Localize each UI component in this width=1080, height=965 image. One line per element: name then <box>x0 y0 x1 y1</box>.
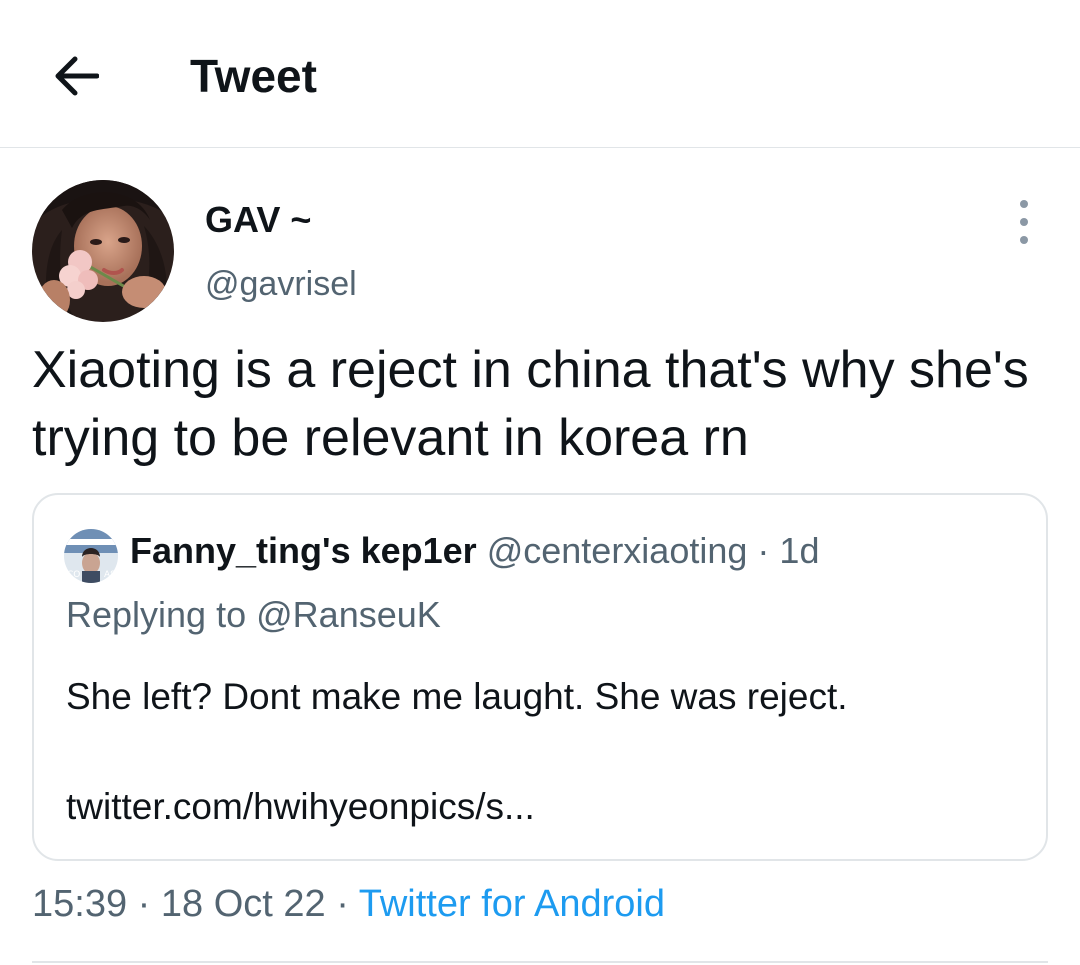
replying-to-line: Replying to @RanseuK <box>66 593 441 637</box>
top-bar: Tweet <box>0 0 1080 148</box>
more-vertical-icon <box>1020 236 1028 244</box>
avatar-image <box>32 180 174 322</box>
quoted-avatar-image: CO AS <box>64 529 118 583</box>
svg-text:CO: CO <box>67 570 80 580</box>
tweet-text: Xiaoting is a reject in china that's why… <box>32 341 1029 467</box>
quoted-tweet-header: Fanny_ting's kep1er @centerxiaoting · 1d <box>130 529 819 573</box>
divider <box>32 961 1048 963</box>
tweet-meta: 15:39 · 18 Oct 22 · Twitter for Android <box>32 880 665 928</box>
back-arrow-icon <box>55 56 99 96</box>
replying-to-handle: @RanseuK <box>256 594 441 635</box>
quoted-tweet-card[interactable]: CO AS Fanny_ting's kep1er @centerxiaotin… <box>32 493 1048 861</box>
quoted-author-avatar: CO AS <box>64 529 118 583</box>
tweet-time: 15:39 <box>32 883 128 925</box>
back-button[interactable] <box>48 48 104 104</box>
tweet-source-link[interactable]: Twitter for Android <box>359 883 665 925</box>
quoted-age: 1d <box>779 530 820 571</box>
replying-prefix: Replying to <box>66 594 247 635</box>
author-avatar[interactable] <box>32 180 174 322</box>
quoted-author-name: Fanny_ting's kep1er <box>130 530 477 571</box>
more-options-button[interactable] <box>1004 200 1044 244</box>
author-display-name[interactable]: GAV ~ <box>205 198 311 242</box>
tweet-date: 18 Oct 22 <box>160 883 326 925</box>
quoted-author-handle: @centerxiaoting <box>486 530 748 571</box>
more-vertical-icon <box>1020 200 1028 208</box>
author-handle[interactable]: @gavrisel <box>205 262 357 306</box>
quoted-separator: · <box>757 530 770 571</box>
meta-separator: · <box>336 883 349 925</box>
page-title: Tweet <box>190 50 317 102</box>
more-vertical-icon <box>1020 218 1028 226</box>
quoted-tweet-link: twitter.com/hwihyeonpics/s... <box>66 786 535 827</box>
quoted-tweet-text: She left? Dont make me laught. She was r… <box>66 676 848 717</box>
svg-text:AS: AS <box>104 570 116 580</box>
meta-separator: · <box>137 883 151 925</box>
